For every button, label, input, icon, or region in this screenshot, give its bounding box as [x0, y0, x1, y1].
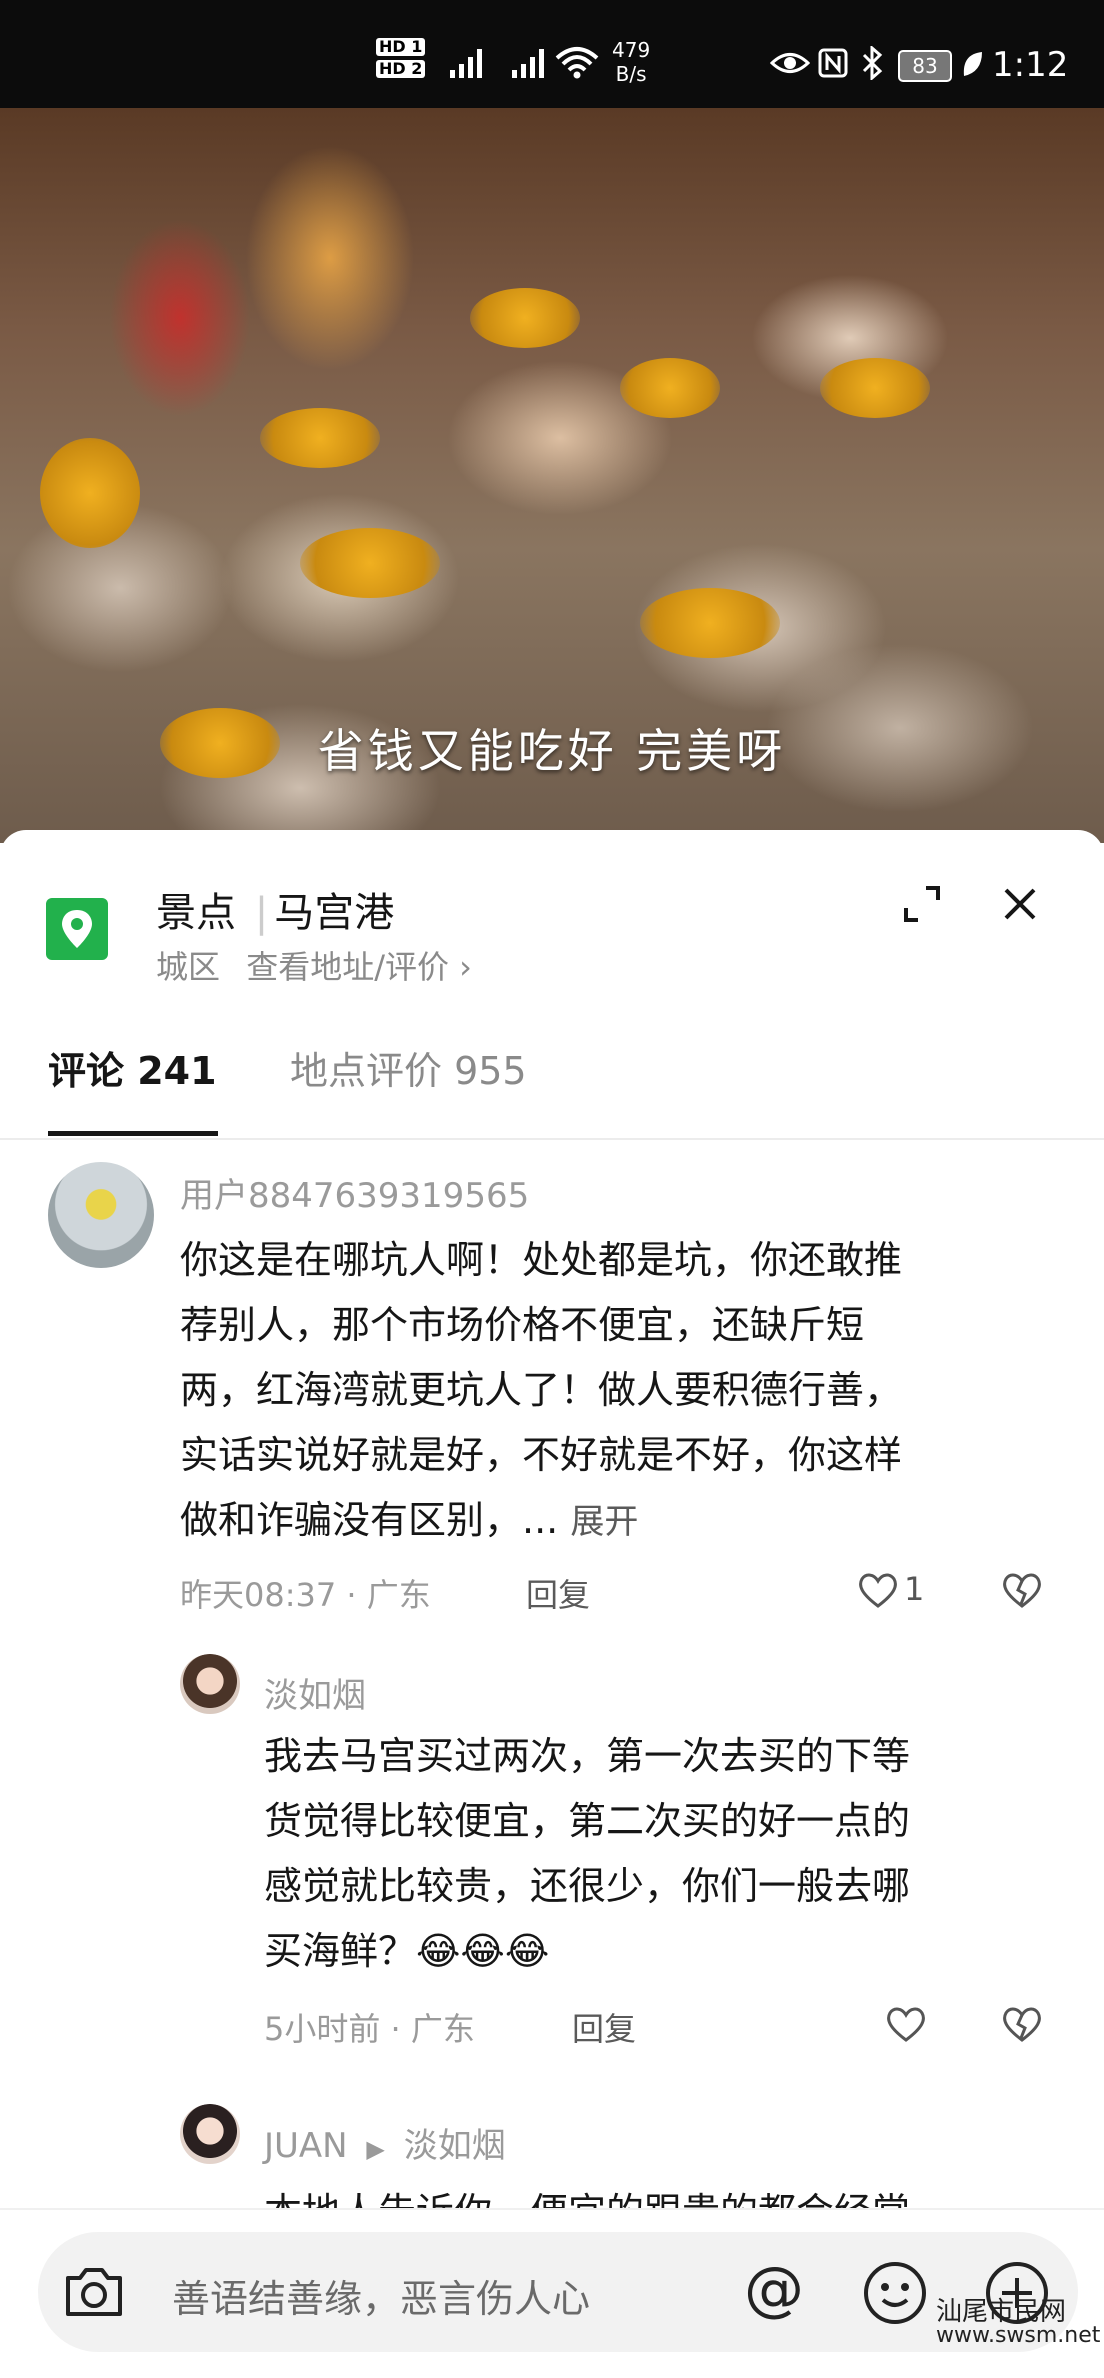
close-icon[interactable]: [1002, 886, 1038, 922]
wifi-icon: [555, 47, 599, 79]
mention-button[interactable]: @: [744, 2254, 804, 2324]
eye-icon: [770, 53, 810, 73]
signal-2-icon: [512, 49, 544, 78]
comment-line: 做和诈骗没有区别，...: [180, 1498, 559, 1542]
reply-time: 5小时前: [264, 2010, 381, 2048]
comment-line: 你这是在哪坑人啊！处处都是坑，你还敢推: [180, 1238, 903, 1282]
watermark-line1: 汕尾市民网: [936, 2297, 1067, 2327]
comment-input-placeholder[interactable]: 善语结善缘，恶言伤人心: [172, 2268, 590, 2323]
reply-line: 我去马宫买过两次，第一次去买的下等: [264, 1734, 911, 1778]
net-speed-unit: B/s: [615, 62, 647, 86]
site-watermark: 汕尾市民网 www.swsm.net: [936, 2297, 1101, 2348]
net-speed: 479 B/s: [612, 38, 650, 86]
clock: 1:12: [992, 45, 1069, 85]
reply-button[interactable]: 回复: [526, 1570, 590, 1616]
battery-level: 83: [912, 54, 938, 78]
map-pin-icon: [62, 910, 92, 948]
signal-1-icon: [450, 49, 482, 78]
location-pin-badge: [46, 898, 108, 960]
heart-icon[interactable]: [884, 2004, 928, 2044]
hd1-badge: HD 1: [376, 38, 426, 56]
reply-line: 货觉得比较便宜，第二次买的好一点的: [264, 1799, 911, 1843]
avatar[interactable]: [48, 1162, 154, 1268]
chevron-right-icon: ›: [459, 948, 472, 986]
emoji-icon[interactable]: [862, 2260, 928, 2326]
comment-line: 两，红海湾就更坑人了！做人要积德行善，: [180, 1368, 903, 1412]
video-caption: 省钱又能吃好 完美呀: [317, 724, 787, 778]
expand-icon[interactable]: [902, 884, 942, 924]
tab-place-reviews[interactable]: 地点评价 955: [290, 1040, 527, 1095]
reply-header: JUAN ▶ 淡如烟: [264, 2118, 506, 2167]
reply-meta: 5小时前 · 广东: [264, 2010, 475, 2048]
camera-icon[interactable]: [62, 2264, 126, 2320]
comment-text: 你这是在哪坑人啊！处处都是坑，你还敢推 荐别人，那个市场价格不便宜，还缺斤短 两…: [180, 1228, 1070, 1555]
reply-target-username[interactable]: 淡如烟: [404, 2126, 506, 2166]
reply-line: 感觉就比较贵，还很少，你们一般去哪: [264, 1864, 911, 1908]
battery-indicator: 83: [898, 50, 952, 82]
net-speed-value: 479: [612, 38, 651, 62]
reply-arrow-icon: ▶: [366, 2135, 385, 2163]
avatar[interactable]: [180, 1654, 240, 1714]
reply-text: 我去马宫买过两次，第一次去买的下等 货觉得比较便宜，第二次买的好一点的 感觉就比…: [264, 1724, 1064, 1984]
address-link[interactable]: 查看地址/评价: [246, 948, 449, 986]
tab-divider: [0, 1138, 1104, 1140]
leaf-icon: [963, 52, 982, 76]
comment-line: 荐别人，那个市场价格不便宜，还缺斤短: [180, 1303, 865, 1347]
location-name: 马宫港: [274, 890, 395, 936]
laughing-emoji: 😂😂😂: [416, 1929, 550, 1973]
comment-region: 广东: [366, 1576, 431, 1614]
comment-line: 实话实说好就是好，不好就是不好，你这样: [180, 1433, 903, 1477]
nfc-icon: [818, 48, 848, 78]
reply-region: 广东: [410, 2010, 475, 2048]
active-tab-indicator: [48, 1131, 218, 1136]
reply-button[interactable]: 回复: [572, 2004, 636, 2050]
title-separator: |: [254, 890, 269, 936]
reply-username[interactable]: JUAN: [264, 2126, 348, 2166]
comment-username[interactable]: 用户8847639319565: [180, 1168, 529, 1217]
hd2-badge: HD 2: [376, 60, 426, 78]
comment-time: 昨天08:37: [180, 1576, 337, 1614]
tab-comments[interactable]: 评论 241: [48, 1040, 217, 1095]
reply-username[interactable]: 淡如烟: [264, 1668, 366, 1717]
avatar[interactable]: [180, 2104, 240, 2164]
reply-line: 买海鲜？: [264, 1929, 417, 1973]
watermark-line2: www.swsm.net: [936, 2323, 1101, 2348]
expand-link[interactable]: 展开: [570, 1502, 638, 1542]
location-category: 景点: [156, 890, 236, 936]
location-title[interactable]: 景点 | 马宫港: [156, 880, 394, 938]
comment-meta: 昨天08:37 · 广东: [180, 1576, 431, 1614]
dislike-heart-icon[interactable]: [1000, 2004, 1044, 2044]
hd-indicators: HD 1 HD 2: [376, 38, 426, 78]
dislike-heart-icon[interactable]: [1000, 1570, 1044, 1610]
location-subtitle[interactable]: 城区 查看地址/评价 ›: [156, 942, 472, 988]
location-district: 城区: [156, 948, 221, 986]
like-count: 1: [904, 1570, 925, 1608]
heart-icon[interactable]: [856, 1570, 900, 1610]
status-bar: HD 1 HD 2 479 B/s 83 1:12: [0, 0, 1104, 108]
bluetooth-icon: [862, 46, 883, 80]
